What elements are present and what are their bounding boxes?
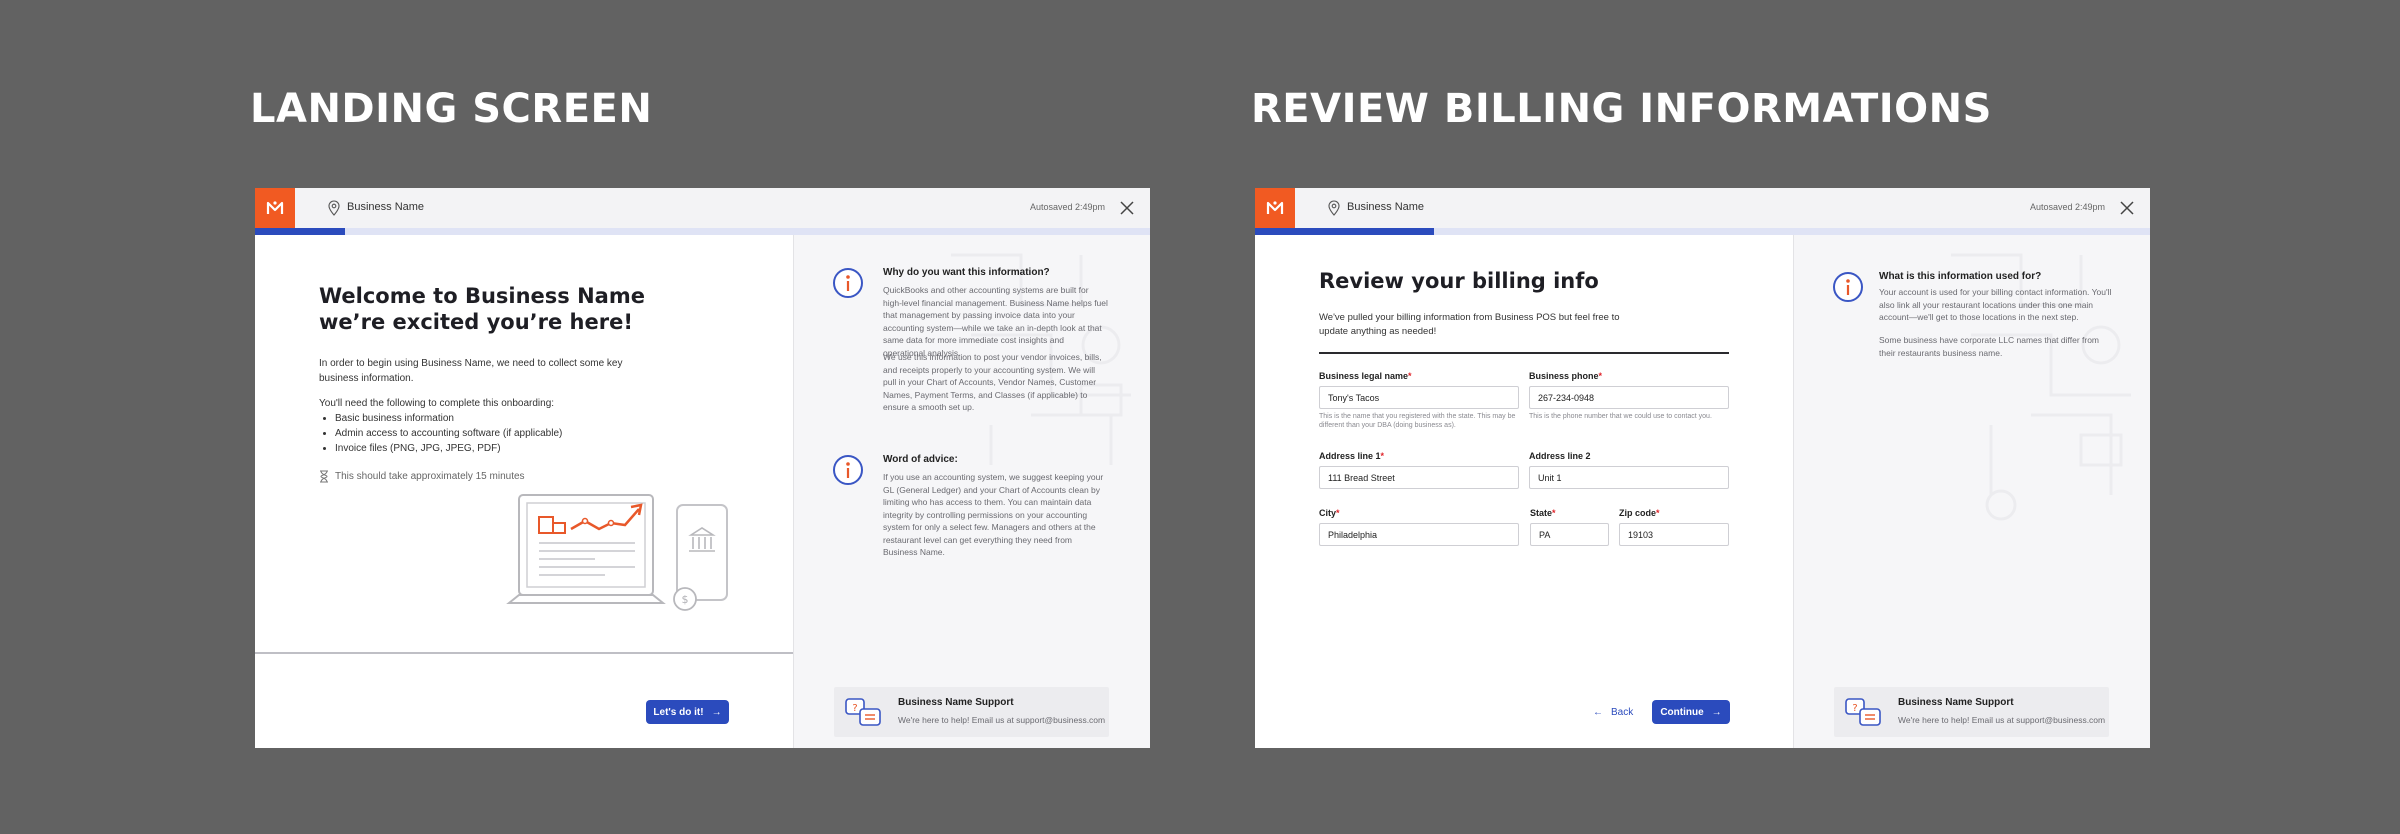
zip-input[interactable]: 19103 [1619, 523, 1729, 546]
info-paragraph: Your account is used for your billing co… [1879, 287, 2112, 322]
support-card: ? Business Name Support We're here to he… [834, 687, 1109, 737]
back-button[interactable]: ← Back [1593, 700, 1633, 724]
info-paragraph: Some business have corporate LLC names t… [1879, 335, 2100, 358]
continue-button[interactable]: Continue → [1652, 700, 1730, 724]
state-input[interactable]: PA [1530, 523, 1609, 546]
brand-logo-icon[interactable] [1255, 188, 1295, 228]
arrow-right-icon: → [711, 706, 722, 718]
zip-label: Zip code* [1619, 508, 1660, 518]
svg-text:$: $ [682, 593, 689, 606]
city-label: City* [1319, 508, 1340, 518]
main-content: Welcome to Business Name we’re excited y… [255, 235, 793, 748]
progress-bar [255, 228, 1150, 235]
location-pin-icon [1328, 200, 1340, 216]
chat-support-icon: ? [1845, 698, 1881, 726]
svg-text:?: ? [852, 703, 857, 714]
progress-bar [1255, 228, 2150, 235]
svg-text:?: ? [1852, 703, 1857, 714]
address1-label: Address line 1* [1319, 451, 1385, 461]
phone-label: Business phone* [1529, 371, 1603, 381]
time-estimate-text: This should take approximately 15 minute… [335, 471, 525, 482]
top-bar: Business Name Autosaved 2:49pm [1255, 188, 2150, 229]
autosave-status: Autosaved 2:49pm [1029, 202, 1105, 212]
close-icon[interactable] [2119, 200, 2135, 216]
illustration-baseline [255, 652, 793, 654]
city-input[interactable]: Philadelphia [1319, 523, 1519, 546]
info-advice: Word of advice: If you use an accounting… [832, 454, 1132, 574]
page-title: Review your billing info [1319, 269, 1599, 293]
list-item: Basic business information [335, 411, 679, 426]
phone-help: This is the phone number that we could u… [1529, 413, 1712, 420]
legal-name-input[interactable]: Tony's Tacos [1319, 386, 1519, 409]
info-sidebar: Why do you want this information? QuickB… [793, 235, 1150, 748]
info-title: Word of advice: [883, 454, 958, 465]
intro-text: We've pulled your billing information fr… [1319, 312, 1620, 337]
landing-section-title: LANDING SCREEN [250, 86, 653, 132]
page-title: Welcome to Business Name we’re excited y… [319, 283, 645, 335]
billing-window: Business Name Autosaved 2:49pm Review yo… [1255, 188, 2150, 748]
state-label: State* [1530, 508, 1556, 518]
landing-window: Business Name Autosaved 2:49pm Welcome t… [255, 188, 1150, 748]
address2-label: Address line 2 [1529, 451, 1591, 461]
cta-label: Let's do it! [653, 706, 704, 718]
requirements-heading: You'll need the following to complete th… [319, 398, 555, 409]
lets-do-it-button[interactable]: Let's do it! → [646, 700, 729, 724]
intro-text: In order to begin using Business Name, w… [319, 358, 623, 384]
address2-input[interactable]: Unit 1 [1529, 466, 1729, 489]
info-paragraph: QuickBooks and other accounting systems … [883, 285, 1108, 358]
info-paragraph: We use this information to post your ven… [883, 352, 1102, 412]
title-line-1: Welcome to Business Name [319, 284, 645, 308]
location-pin-icon [328, 200, 340, 216]
business-name-selector[interactable]: Business Name [1347, 201, 1424, 213]
support-text: We're here to help! Email us at support@… [898, 715, 1106, 725]
dashboard-illustration-icon: $ [506, 494, 728, 611]
support-text: We're here to help! Email us at support@… [1898, 715, 2106, 725]
continue-label: Continue [1660, 706, 1704, 718]
support-title: Business Name Support [898, 697, 1014, 708]
info-paragraph: If you use an accounting system, we sugg… [883, 472, 1104, 557]
info-why: Why do you want this information? QuickB… [832, 267, 1132, 427]
autosave-status: Autosaved 2:49pm [2029, 202, 2105, 212]
address1-input[interactable]: 111 Bread Street [1319, 466, 1519, 489]
progress-fill [255, 228, 345, 235]
title-line-2: we’re excited you’re here! [319, 310, 633, 334]
legal-name-label: Business legal name* [1319, 371, 1412, 381]
progress-fill [1255, 228, 1434, 235]
top-bar: Business Name Autosaved 2:49pm [255, 188, 1150, 229]
chat-support-icon: ? [845, 698, 881, 726]
requirements-list: You'll need the following to complete th… [319, 396, 679, 456]
arrow-left-icon: ← [1593, 706, 1603, 718]
list-item: Admin access to accounting software (if … [335, 426, 679, 441]
info-icon [833, 268, 863, 298]
back-label: Back [1611, 706, 1634, 718]
time-estimate: This should take approximately 15 minute… [319, 470, 525, 483]
business-name-selector[interactable]: Business Name [347, 201, 424, 213]
info-usage: What is this information used for? Your … [1832, 271, 2132, 391]
arrow-right-icon: → [1711, 706, 1722, 718]
info-icon [1833, 272, 1863, 302]
support-card: ? Business Name Support We're here to he… [1834, 687, 2109, 737]
support-title: Business Name Support [1898, 697, 2014, 708]
legal-name-help: This is the name that you registered wit… [1319, 413, 1516, 429]
info-sidebar: What is this information used for? Your … [1793, 235, 2150, 748]
phone-input[interactable]: 267-234-0948 [1529, 386, 1729, 409]
main-content: Review your billing info We've pulled yo… [1255, 235, 1793, 748]
info-title: Why do you want this information? [883, 267, 1050, 278]
section-divider [1319, 352, 1729, 354]
list-item: Invoice files (PNG, JPG, JPEG, PDF) [335, 441, 679, 456]
brand-logo-icon[interactable] [255, 188, 295, 228]
info-title: What is this information used for? [1879, 271, 2042, 282]
billing-section-title: REVIEW BILLING INFORMATIONS [1251, 86, 1992, 132]
hourglass-icon [320, 470, 328, 483]
close-icon[interactable] [1119, 200, 1135, 216]
info-icon [833, 455, 863, 485]
